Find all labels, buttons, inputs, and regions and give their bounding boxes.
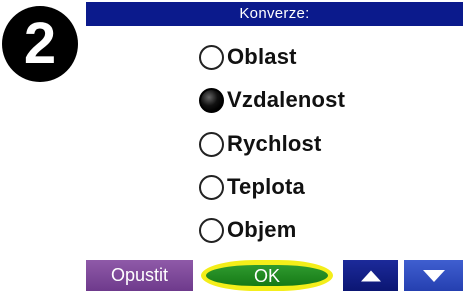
option-rychlost[interactable]: Rychlost (199, 125, 322, 163)
up-arrow-icon (360, 270, 381, 281)
option-teplota[interactable]: Teplota (199, 168, 305, 206)
radio-button-icon[interactable] (199, 44, 224, 70)
scroll-down-button[interactable] (404, 260, 463, 291)
radio-button-icon[interactable] (199, 174, 224, 200)
option-label: Rychlost (227, 131, 322, 156)
radio-button-icon[interactable] (199, 217, 224, 243)
conversion-options-list: Oblast Vzdalenost Rychlost Teplota Objem (86, 26, 463, 258)
cancel-button[interactable]: Opustit (86, 260, 193, 291)
device-screen: Konverze: Oblast Vzdalenost Rychlost Tep… (86, 2, 463, 291)
option-label: Objem (227, 217, 297, 242)
option-objem[interactable]: Objem (199, 211, 296, 249)
step-number-badge: 2 (2, 6, 78, 82)
option-label: Oblast (227, 44, 297, 69)
down-arrow-icon (422, 269, 445, 282)
option-label: Teplota (227, 174, 305, 199)
option-vzdalenost[interactable]: Vzdalenost (199, 81, 345, 119)
ok-button[interactable]: OK (201, 260, 333, 291)
bottom-toolbar: Opustit OK (86, 258, 463, 291)
radio-button-icon[interactable] (199, 131, 224, 157)
option-oblast[interactable]: Oblast (199, 38, 297, 76)
dialog-title: Konverze: (86, 2, 463, 26)
scroll-up-button[interactable] (343, 260, 398, 291)
radio-button-selected-icon[interactable] (199, 87, 224, 113)
option-label: Vzdalenost (227, 87, 346, 112)
